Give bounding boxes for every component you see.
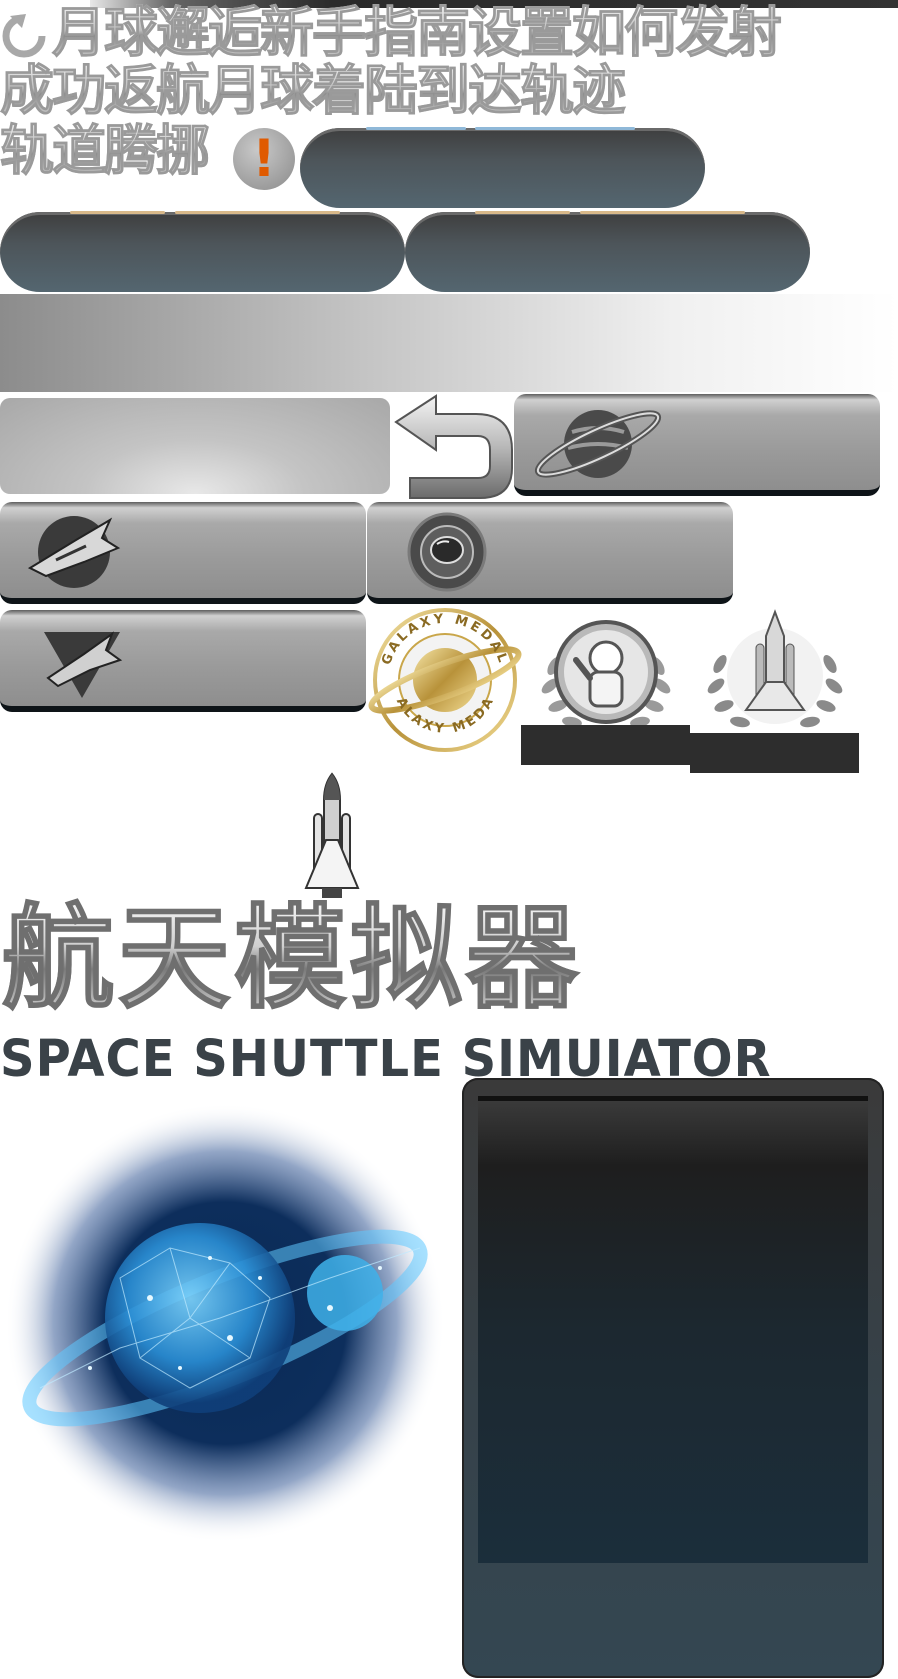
reset-icon[interactable]: [0, 12, 48, 60]
blue-planet-image: [5, 1103, 445, 1543]
pill-highlight: [580, 211, 745, 214]
shuttle-medal-icon: [707, 609, 843, 728]
triangle-shuttle-icon: [44, 631, 123, 698]
headline-line-1: 月球邂逅新手指南设置如何发射: [52, 1, 783, 64]
medal-plate: [521, 725, 690, 765]
pill-button-3[interactable]: [405, 211, 810, 292]
astronaut-medal-icon: [541, 620, 671, 728]
menu-card-planet[interactable]: [514, 394, 880, 496]
pill-highlight: [70, 211, 165, 214]
gradient-band: [0, 294, 898, 392]
menu-card-triangle-shuttle[interactable]: [0, 610, 366, 712]
headline-line-3: 轨道腾挪: [0, 119, 211, 182]
back-arrow-icon[interactable]: [392, 392, 516, 502]
game-title-chinese: 航天模拟器: [1, 894, 582, 1024]
astronaut-helmet-icon: [407, 512, 487, 592]
medal-plate: [690, 733, 859, 773]
pill-highlight: [475, 211, 570, 214]
dialog-content-area: [478, 1096, 868, 1563]
pill-highlight: [475, 127, 635, 130]
warning-icon: !: [233, 128, 295, 190]
pill-button-2[interactable]: [0, 211, 405, 292]
glossy-panel[interactable]: [0, 398, 390, 494]
headline-line-2: 成功返航月球着陆到达轨迹: [0, 59, 627, 122]
menu-card-astronaut[interactable]: [367, 502, 733, 604]
pill-button-1[interactable]: [300, 127, 705, 208]
pill-highlight: [175, 211, 340, 214]
galaxy-medal-icon: GALAXY MEDAL GALAXY MEDAL: [366, 606, 522, 752]
space-shuttle-icon: [27, 516, 121, 588]
pill-highlight: [366, 127, 466, 130]
menu-card-shuttle[interactable]: [0, 502, 366, 604]
rocket-icon: [304, 772, 360, 898]
ringed-planet-icon: [534, 410, 662, 478]
